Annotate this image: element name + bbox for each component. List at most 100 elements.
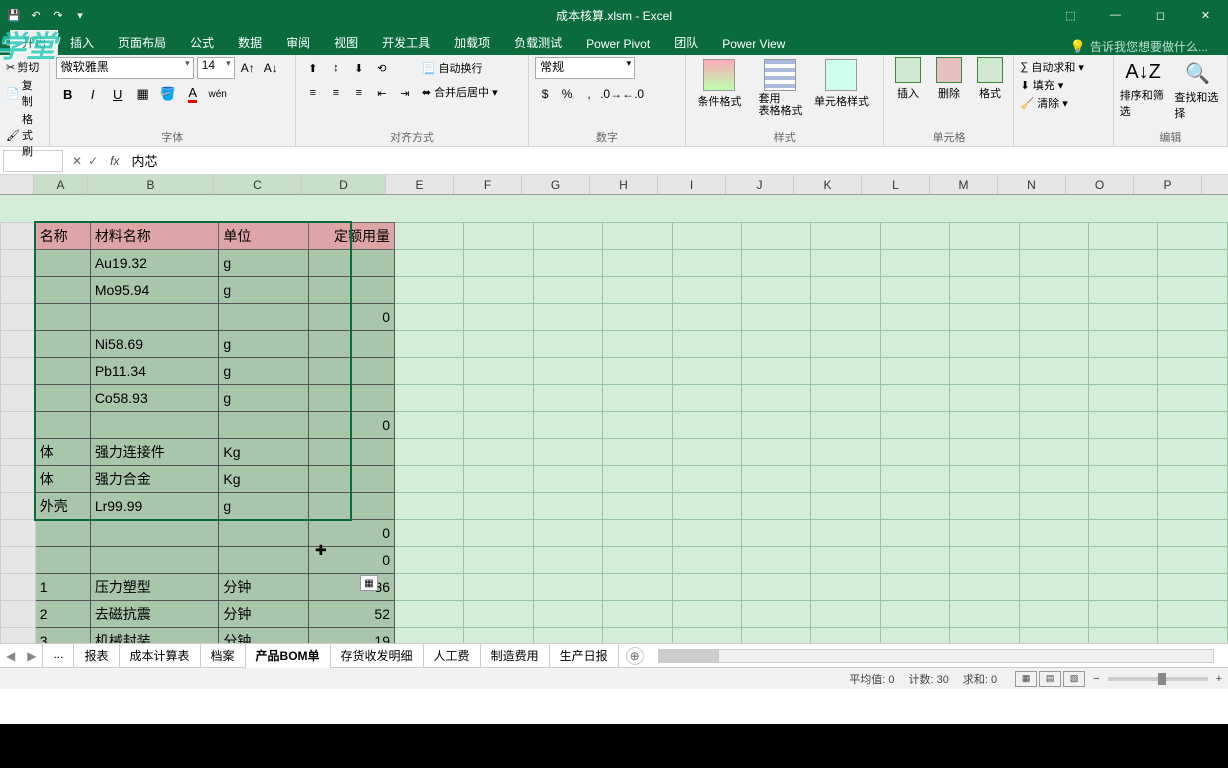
align-bottom-icon[interactable]: ⬇ [348,57,370,79]
format-painter-button[interactable]: 🖌 格式刷 [6,111,43,159]
cell[interactable]: 强力连接件 [90,438,219,465]
sheet-tab[interactable]: 报表 [73,643,119,668]
cell[interactable]: Pb11.34 [90,357,219,384]
cell[interactable]: Kg [219,465,309,492]
col-header-f[interactable]: F [454,175,522,194]
cell[interactable]: 定额用量 [309,222,395,249]
align-right-icon[interactable]: ≡ [348,82,370,104]
tab-view[interactable]: 视图 [322,30,370,55]
format-cells-button[interactable]: 格式 [972,57,1007,101]
tab-data[interactable]: 数据 [226,30,274,55]
decrease-font-icon[interactable]: A↓ [261,57,281,79]
fx-label[interactable]: fx [104,154,125,168]
col-header-c[interactable]: C [214,175,302,194]
increase-decimal-icon[interactable]: .0→ [601,83,621,105]
sheet-tab[interactable]: 生产日报 [549,643,619,668]
decrease-decimal-icon[interactable]: ←.0 [623,83,643,105]
enter-formula-icon[interactable]: ✓ [88,154,98,168]
view-page-break-icon[interactable]: ▧ [1063,671,1085,687]
col-header-n[interactable]: N [998,175,1066,194]
qat-more-icon[interactable]: ▾ [72,7,88,23]
align-center-icon[interactable]: ≡ [325,82,347,104]
sheet-tab[interactable]: ... [42,643,74,668]
cell[interactable]: Ni58.69 [90,330,219,357]
sheet-tab[interactable]: 人工费 [423,643,481,668]
cell[interactable] [35,546,90,573]
cell[interactable] [309,357,395,384]
cell[interactable]: Lr99.99 [90,492,219,519]
font-name-combo[interactable]: 微软雅黑 [56,57,194,79]
sheet-nav-next[interactable]: ▶ [21,649,42,663]
cell[interactable] [90,519,219,546]
col-header-k[interactable]: K [794,175,862,194]
cell[interactable] [309,330,395,357]
cell[interactable]: 名称 [35,222,90,249]
number-format-combo[interactable]: 常规 [535,57,635,79]
tell-me-search[interactable]: 💡 告诉我您想要做什么... [1070,38,1208,55]
cell[interactable]: Co58.93 [90,384,219,411]
merge-center-button[interactable]: ⬌ 合并后居中 ▾ [422,81,498,103]
cell[interactable] [309,276,395,303]
col-header-g[interactable]: G [522,175,590,194]
cell[interactable]: 去磁抗震 [90,600,219,627]
font-color-button[interactable]: A [181,83,205,105]
tab-developer[interactable]: 开发工具 [370,30,442,55]
sheet-tab[interactable]: 存货收发明细 [330,643,424,668]
cell[interactable] [35,303,90,330]
col-header-b[interactable]: B [88,175,214,194]
cell[interactable]: 机械封装 [90,627,219,643]
zoom-slider[interactable] [1108,677,1208,681]
cell[interactable]: 体 [35,465,90,492]
phonetic-button[interactable]: wén [206,83,230,105]
align-left-icon[interactable]: ≡ [302,82,324,104]
copy-button[interactable]: 📄 复制 [6,77,43,109]
cell[interactable] [90,303,219,330]
cell[interactable]: g [219,384,309,411]
cell[interactable] [35,276,90,303]
cell[interactable]: 36 [309,573,395,600]
col-header-d[interactable]: D [302,175,386,194]
sheet-nav-prev[interactable]: ◀ [0,649,21,663]
cell[interactable]: Mo95.94 [90,276,219,303]
cell[interactable]: 19 [309,627,395,643]
autosum-button[interactable]: ∑ 自动求和 ▾ [1020,59,1106,75]
cell[interactable]: 强力合金 [90,465,219,492]
sheet-tab[interactable]: 成本计算表 [119,643,201,668]
zoom-in-button[interactable]: + [1216,673,1222,685]
border-button[interactable]: ▦ [131,83,155,105]
col-header-i[interactable]: I [658,175,726,194]
orientation-icon[interactable]: ⟲ [371,57,393,79]
accounting-format-icon[interactable]: $ [535,83,555,105]
font-size-combo[interactable]: 14 [197,57,235,79]
select-all-corner[interactable] [0,175,34,194]
cell[interactable] [309,438,395,465]
sort-filter-button[interactable]: A↓Z 排序和筛选 [1120,61,1167,119]
col-header-o[interactable]: O [1066,175,1134,194]
cell[interactable]: 3 [35,627,90,643]
tab-formulas[interactable]: 公式 [178,30,226,55]
grid-area[interactable]: 名称材料名称单位定额用量Au19.32gMo95.94g0Ni58.69gPb1… [0,195,1228,643]
redo-icon[interactable]: ↷ [50,7,66,23]
cut-button[interactable]: ✂ 剪切 [6,59,43,75]
cell[interactable]: g [219,249,309,276]
clear-button[interactable]: 🧹 清除 ▾ [1020,95,1106,111]
maximize-button[interactable]: ◻ [1138,0,1183,30]
align-middle-icon[interactable]: ↕ [325,57,347,79]
insert-cells-button[interactable]: 插入 [890,57,925,101]
zoom-out-button[interactable]: − [1093,673,1099,685]
view-page-layout-icon[interactable]: ▤ [1039,671,1061,687]
col-header-e[interactable]: E [386,175,454,194]
cell[interactable]: 单位 [219,222,309,249]
cell[interactable] [35,519,90,546]
indent-decrease-icon[interactable]: ⇤ [371,82,393,104]
cell[interactable]: 外壳 [35,492,90,519]
cell[interactable]: 体 [35,438,90,465]
cell[interactable] [35,411,90,438]
col-header-p[interactable]: P [1134,175,1202,194]
find-select-button[interactable]: 🔍 查找和选择 [1174,61,1221,121]
delete-cells-button[interactable]: 删除 [931,57,966,101]
italic-button[interactable]: I [81,83,105,105]
cell[interactable] [219,303,309,330]
cell[interactable]: 0 [309,546,395,573]
cell[interactable] [35,357,90,384]
